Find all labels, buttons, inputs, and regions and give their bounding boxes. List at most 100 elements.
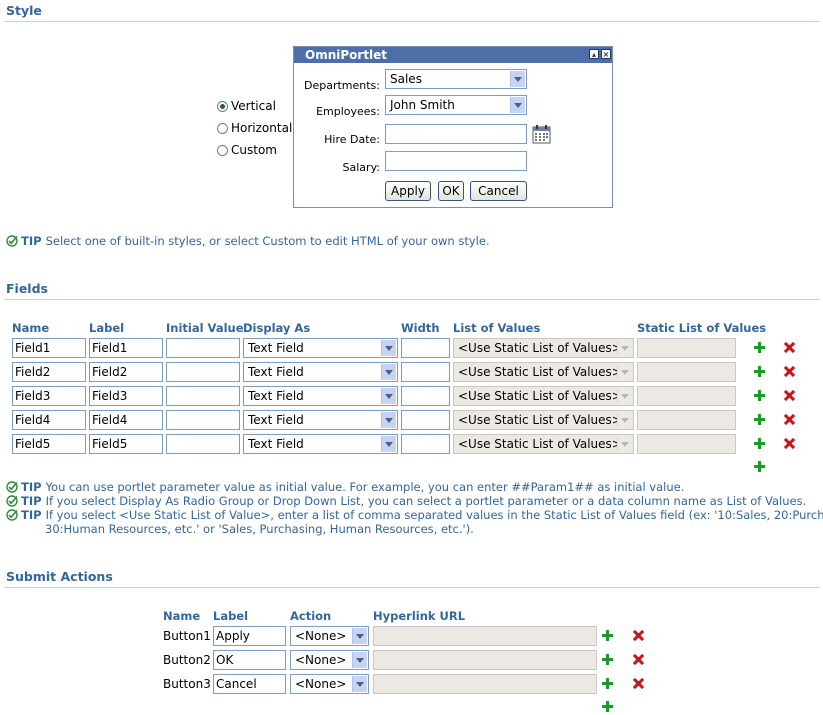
chevron-down-icon[interactable] [381, 412, 396, 428]
field-initial-value-input[interactable] [166, 410, 240, 430]
button-label-input[interactable]: OK [213, 650, 286, 670]
list-of-values-select[interactable]: <Use Static List of Values> [453, 362, 634, 382]
departments-select[interactable]: Sales [385, 69, 527, 89]
static-list-input[interactable] [637, 410, 736, 430]
field-label-input[interactable]: Field1 [89, 338, 163, 358]
chevron-down-icon[interactable] [381, 388, 396, 404]
radio-horizontal[interactable]: Horizontal [217, 121, 292, 135]
field-initial-value-input[interactable] [166, 338, 240, 358]
display-as-select[interactable]: Text Field [243, 362, 398, 382]
display-as-select[interactable]: Text Field [243, 338, 398, 358]
field-label-input[interactable]: Field5 [89, 434, 163, 454]
plus-icon[interactable] [602, 630, 613, 641]
close-icon[interactable]: × [601, 49, 611, 59]
radio-button-icon[interactable] [217, 144, 228, 156]
field-initial-value-input[interactable] [166, 386, 240, 406]
chevron-down-icon[interactable] [352, 676, 367, 692]
chevron-down-icon[interactable] [381, 436, 396, 452]
plus-icon[interactable] [754, 414, 765, 425]
tip-text: Select one of built-in styles, or select… [45, 234, 490, 248]
field-initial-value-input[interactable] [166, 434, 240, 454]
delete-x-icon[interactable] [633, 630, 644, 641]
add-field-plus-icon[interactable] [754, 461, 765, 472]
hyperlink-url-input[interactable] [373, 650, 597, 670]
field-name-input[interactable]: Field1 [12, 338, 86, 358]
chevron-down-icon[interactable] [617, 364, 632, 380]
static-list-input[interactable] [637, 338, 736, 358]
check-circle-icon [6, 235, 18, 247]
hire-date-input[interactable] [385, 124, 527, 144]
delete-x-icon[interactable] [784, 342, 795, 353]
field-width-input[interactable] [401, 386, 450, 406]
action-select[interactable]: <None> [290, 674, 369, 694]
chevron-down-icon[interactable] [510, 97, 525, 113]
list-of-values-select[interactable]: <Use Static List of Values> [453, 410, 634, 430]
plus-icon[interactable] [754, 366, 765, 377]
chevron-down-icon[interactable] [617, 388, 632, 404]
static-list-input[interactable] [637, 434, 736, 454]
chevron-down-icon[interactable] [617, 436, 632, 452]
field-width-input[interactable] [401, 338, 450, 358]
field-name-input[interactable]: Field4 [12, 410, 86, 430]
plus-icon[interactable] [754, 342, 765, 353]
static-list-input[interactable] [637, 362, 736, 382]
col-name: Name [12, 321, 50, 335]
field-label-input[interactable]: Field4 [89, 410, 163, 430]
hyperlink-url-input[interactable] [373, 674, 597, 694]
preview-ok-button[interactable]: OK [438, 181, 464, 201]
radio-custom[interactable]: Custom [217, 143, 277, 157]
chevron-down-icon[interactable] [352, 652, 367, 668]
field-label-input[interactable]: Field3 [89, 386, 163, 406]
list-of-values-select[interactable]: <Use Static List of Values> [453, 338, 634, 358]
action-select[interactable]: <None> [290, 626, 369, 646]
fields-divider [4, 299, 820, 300]
delete-x-icon[interactable] [784, 414, 795, 425]
field-width-input[interactable] [401, 410, 450, 430]
radio-button-icon[interactable] [217, 100, 228, 112]
delete-x-icon[interactable] [784, 438, 795, 449]
fields-tip-1: TIP You can use portlet parameter value … [6, 480, 684, 494]
employees-select[interactable]: John Smith [385, 95, 527, 115]
display-as-select[interactable]: Text Field [243, 386, 398, 406]
field-initial-value-input[interactable] [166, 362, 240, 382]
radio-vertical[interactable]: Vertical [217, 99, 276, 113]
list-of-values-select[interactable]: <Use Static List of Values> [453, 434, 634, 454]
chevron-down-icon[interactable] [381, 364, 396, 380]
plus-icon[interactable] [754, 390, 765, 401]
delete-x-icon[interactable] [784, 366, 795, 377]
static-list-input[interactable] [637, 386, 736, 406]
display-as-value: Text Field [248, 389, 304, 403]
display-as-select[interactable]: Text Field [243, 434, 398, 454]
hyperlink-url-input[interactable] [373, 626, 597, 646]
chevron-down-icon[interactable] [352, 628, 367, 644]
button-label-input[interactable]: Apply [213, 626, 286, 646]
plus-icon[interactable] [754, 438, 765, 449]
field-width-input[interactable] [401, 434, 450, 454]
preview-apply-button[interactable]: Apply [385, 181, 431, 201]
preview-cancel-button[interactable]: Cancel [470, 181, 527, 201]
radio-button-icon[interactable] [217, 122, 228, 134]
field-name-input[interactable]: Field2 [12, 362, 86, 382]
button-label-input[interactable]: Cancel [213, 674, 286, 694]
field-name-input[interactable]: Field3 [12, 386, 86, 406]
field-label-input[interactable]: Field2 [89, 362, 163, 382]
delete-x-icon[interactable] [633, 654, 644, 665]
plus-icon[interactable] [602, 654, 613, 665]
field-width-input[interactable] [401, 362, 450, 382]
pin-icon[interactable]: ▴ [589, 49, 599, 59]
display-as-select[interactable]: Text Field [243, 410, 398, 430]
chevron-down-icon[interactable] [617, 340, 632, 356]
field-name-input[interactable]: Field5 [12, 434, 86, 454]
salary-input[interactable] [385, 151, 527, 171]
action-select[interactable]: <None> [290, 650, 369, 670]
delete-x-icon[interactable] [784, 390, 795, 401]
add-button-plus-icon[interactable] [602, 701, 613, 712]
chevron-down-icon[interactable] [617, 412, 632, 428]
col-button-label: Label [213, 609, 249, 623]
delete-x-icon[interactable] [633, 678, 644, 689]
plus-icon[interactable] [602, 678, 613, 689]
chevron-down-icon[interactable] [381, 340, 396, 356]
chevron-down-icon[interactable] [510, 71, 525, 87]
calendar-icon[interactable] [532, 125, 551, 144]
list-of-values-select[interactable]: <Use Static List of Values> [453, 386, 634, 406]
